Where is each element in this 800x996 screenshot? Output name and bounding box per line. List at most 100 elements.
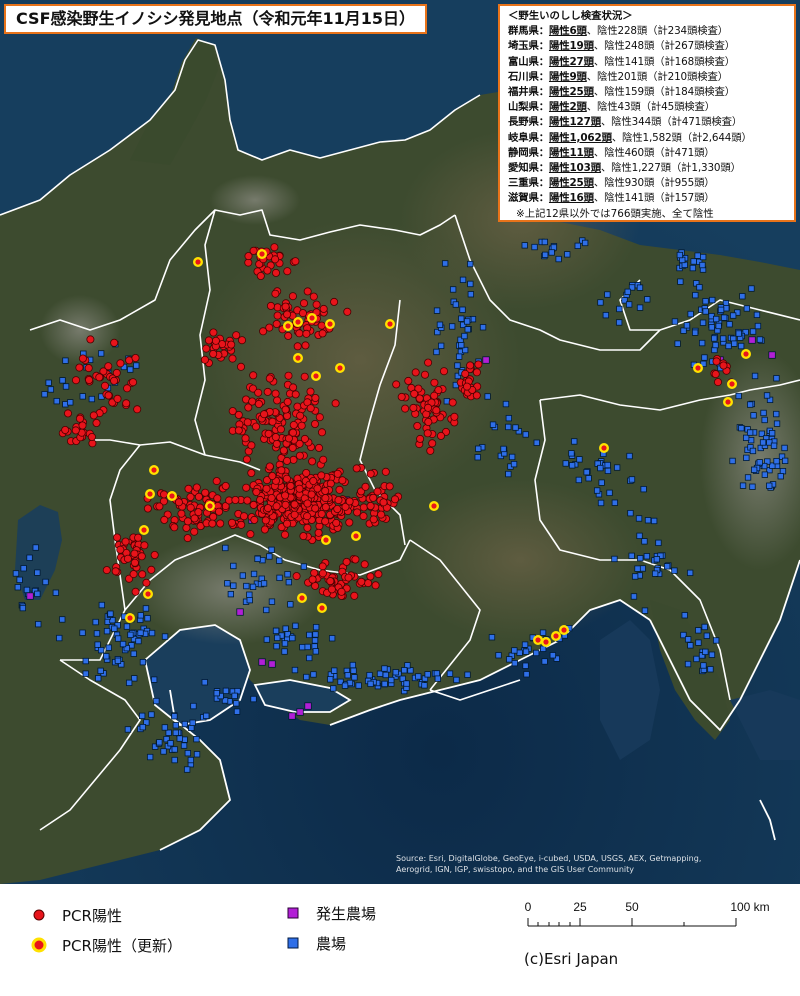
farm-marker	[467, 280, 474, 288]
farm-marker	[692, 329, 699, 336]
farm-marker	[144, 615, 151, 622]
inspection-row: 三重県：陽性25頭、陰性930頭（計955頭）	[508, 176, 786, 191]
farm-marker	[624, 288, 631, 296]
pcr-positive-marker	[318, 562, 327, 571]
pcr-positive-marker	[330, 297, 339, 306]
pcr-positive-marker	[137, 552, 146, 561]
pcr-positive-updated-marker	[541, 637, 552, 648]
outbreak-farm-marker	[236, 608, 244, 616]
farm-marker	[749, 328, 757, 335]
pcr-positive-marker	[159, 490, 168, 499]
farm-marker	[281, 640, 289, 647]
pcr-positive-marker	[404, 376, 413, 385]
farm-marker	[505, 414, 513, 422]
farm-marker	[35, 621, 42, 628]
pcr-positive-marker	[276, 425, 285, 434]
farm-marker	[712, 341, 719, 349]
farm-marker	[533, 649, 540, 657]
farm-marker	[150, 676, 158, 683]
farm-marker	[392, 669, 399, 676]
farm-marker	[458, 341, 465, 349]
farm-marker	[250, 570, 258, 578]
pcr-positive-marker	[466, 361, 475, 370]
pcr-positive-marker	[256, 495, 265, 504]
pcr-positive-marker	[283, 310, 292, 319]
farm-marker	[146, 753, 154, 761]
farm-marker	[723, 305, 730, 312]
pcr-positive-marker	[216, 519, 225, 528]
farm-marker	[707, 666, 714, 673]
farm-marker	[598, 479, 605, 486]
pcr-positive-marker	[311, 504, 320, 513]
pcr-positive-marker	[317, 471, 326, 480]
outbreak-farm-marker	[482, 356, 490, 364]
pcr-positive-updated-marker	[307, 313, 318, 324]
scale-bar: 0 25 50 100 km	[525, 900, 770, 927]
pcr-positive-marker	[283, 519, 292, 528]
map-title: CSF感染野生イノシシ発見地点（令和元年11月15日）	[4, 4, 428, 34]
farm-marker	[127, 366, 134, 373]
inspection-row-rest: 、陰性159頭（計184頭検査）	[593, 86, 736, 99]
farm-marker	[541, 238, 548, 246]
inspection-row-pref: 埼玉県：	[508, 40, 549, 53]
pcr-positive-marker	[361, 482, 370, 491]
pcr-positive-marker	[64, 409, 73, 418]
source-line-2: Aerogrid, IGN, IGP, swisstopo, and the G…	[396, 865, 634, 874]
farm-marker	[773, 420, 781, 427]
farm-marker	[467, 291, 475, 298]
farm-marker	[98, 350, 105, 357]
farm-marker	[227, 591, 235, 598]
pcr-positive-marker	[204, 336, 213, 345]
yellow-ring-dot-icon	[31, 937, 47, 953]
farm-marker	[231, 692, 238, 699]
pcr-positive-marker	[271, 268, 280, 277]
inspection-row-pref: 群馬県：	[508, 25, 549, 38]
farm-marker	[779, 467, 787, 475]
scale-tick-100km: 100 km	[730, 900, 769, 914]
farm-marker	[684, 660, 692, 668]
farm-marker	[62, 383, 70, 390]
pcr-positive-marker	[236, 362, 245, 371]
farm-marker	[751, 372, 759, 380]
pcr-positive-updated-marker	[138, 525, 149, 536]
farm-marker	[331, 667, 338, 674]
farm-marker	[14, 584, 22, 591]
farm-marker	[161, 724, 169, 731]
pcr-positive-marker	[239, 512, 248, 521]
farm-marker	[687, 310, 694, 318]
pcr-positive-marker	[291, 390, 300, 399]
farm-marker	[98, 601, 105, 609]
farm-marker	[59, 377, 66, 384]
inspection-row-pref: 愛知県：	[508, 162, 549, 175]
farm-marker	[701, 354, 708, 361]
farm-marker	[489, 421, 497, 428]
pcr-positive-marker	[128, 378, 137, 387]
farm-marker	[602, 311, 609, 319]
farm-marker	[95, 675, 102, 682]
pcr-positive-marker	[317, 321, 326, 330]
farm-marker	[773, 457, 780, 465]
pcr-positive-marker	[302, 468, 311, 477]
scale-tick-50: 50	[625, 900, 639, 914]
farm-marker	[281, 648, 288, 655]
inspection-row: 群馬県：陽性6頭、陰性228頭（計234頭検査）	[508, 24, 786, 39]
pcr-positive-marker	[262, 484, 271, 493]
farm-marker	[171, 746, 178, 753]
pcr-positive-marker	[227, 340, 236, 349]
pcr-positive-marker	[272, 502, 281, 511]
farm-marker	[23, 586, 31, 594]
farm-marker	[664, 563, 671, 570]
pcr-positive-marker	[297, 421, 306, 430]
pcr-positive-marker	[448, 398, 457, 407]
inspection-row-pref: 滋賀県：	[508, 192, 549, 205]
farm-marker	[700, 253, 707, 261]
pcr-positive-marker	[309, 476, 318, 485]
farm-marker	[79, 393, 86, 400]
farm-marker	[512, 424, 519, 431]
pcr-positive-marker	[364, 579, 373, 588]
inspection-row: 石川県：陽性9頭、陰性201頭（計210頭検査）	[508, 70, 786, 85]
pcr-positive-marker	[301, 341, 310, 350]
farm-marker	[156, 739, 163, 746]
farm-marker	[161, 633, 169, 640]
pcr-positive-marker	[190, 527, 199, 536]
